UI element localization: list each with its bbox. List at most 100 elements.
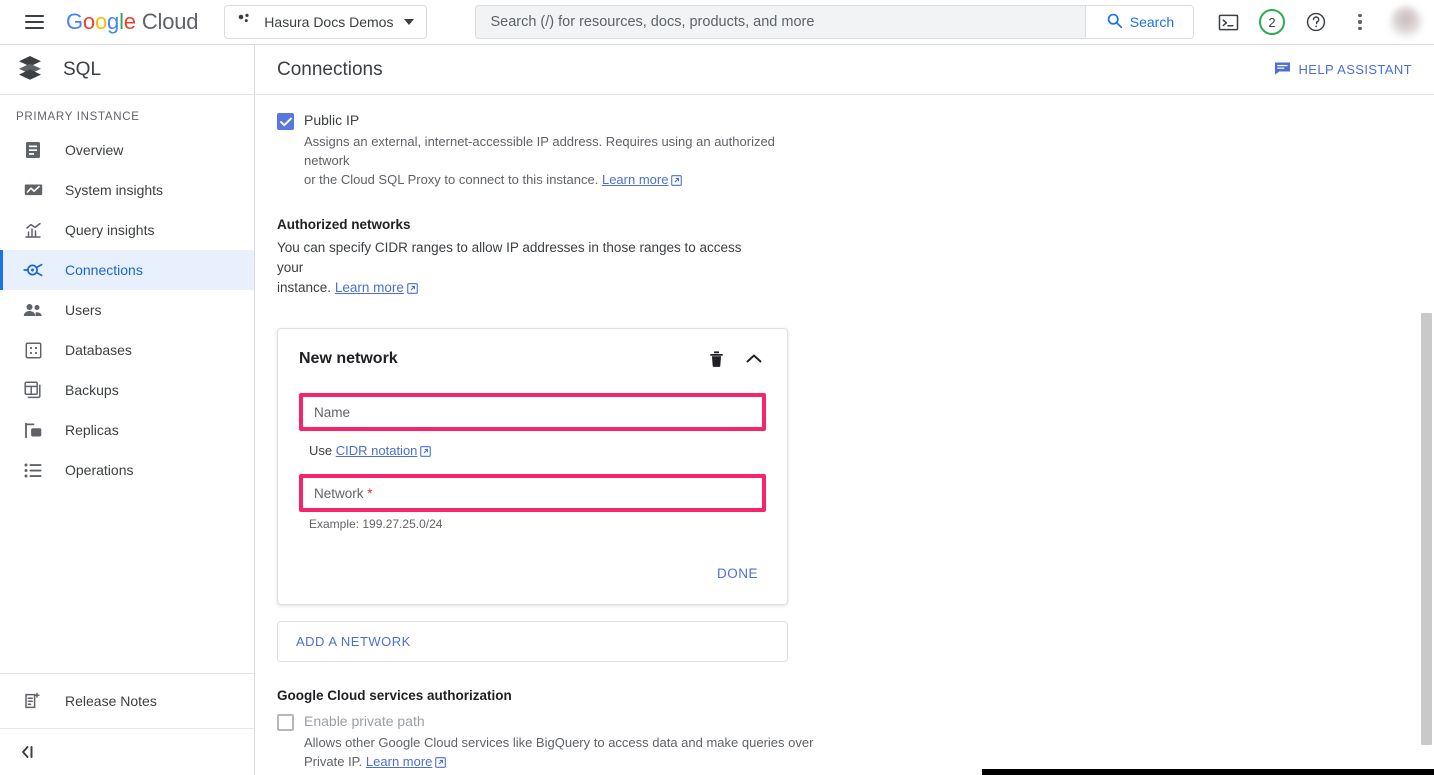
help-assistant-button[interactable]: HELP ASSISTANT — [1274, 61, 1413, 79]
network-name-field-highlight — [299, 393, 766, 431]
cloud-sql-icon — [17, 54, 43, 85]
backups-icon — [23, 380, 43, 400]
sidebar-item-label: Users — [65, 302, 102, 318]
external-link-icon — [435, 754, 447, 773]
sidebar-item-replicas[interactable]: Replicas — [0, 410, 254, 450]
global-search-bar[interactable]: Search — [475, 5, 1195, 39]
product-title: SQL — [63, 58, 102, 80]
query-insights-icon — [23, 220, 43, 240]
sidebar-item-operations[interactable]: Operations — [0, 450, 254, 490]
main-scrollbar[interactable] — [1419, 96, 1434, 775]
sidebar-item-databases[interactable]: Databases — [0, 330, 254, 370]
notification-badge: 2 — [1259, 9, 1285, 35]
content-header: Connections HELP ASSISTANT — [256, 45, 1434, 95]
collapse-panel-icon[interactable] — [0, 728, 254, 775]
logo-cloud-text: Cloud — [141, 9, 199, 34]
enable-private-path-description: Allows other Google Cloud services like … — [304, 733, 814, 773]
required-marker: * — [367, 485, 373, 501]
sidebar-product-header: SQL — [0, 45, 254, 95]
sidebar-item-label: Overview — [65, 142, 124, 158]
public-ip-label: Public IP — [304, 112, 360, 128]
search-button-label: Search — [1129, 14, 1175, 30]
sidebar-item-system-insights[interactable]: System insights — [0, 170, 254, 210]
project-picker[interactable]: Hasura Docs Demos — [224, 5, 428, 39]
sidebar-item-label: System insights — [65, 182, 164, 198]
sidebar-section-label: PRIMARY INSTANCE — [16, 111, 140, 123]
add-a-network-label: ADD A NETWORK — [296, 634, 411, 649]
kebab-menu-icon[interactable] — [1340, 2, 1380, 42]
cloud-shell-icon[interactable] — [1208, 2, 1248, 42]
user-avatar[interactable] — [1390, 6, 1422, 38]
chevron-down-icon — [404, 19, 415, 25]
public-ip-desc-line2: or the Cloud SQL Proxy to connect to thi… — [304, 172, 599, 187]
logo-letter-g2: g — [107, 9, 120, 34]
network-name-input[interactable] — [303, 397, 762, 427]
sidebar-footer: Release Notes — [0, 673, 254, 728]
page-title: Connections — [277, 58, 383, 80]
done-button[interactable]: DONE — [709, 561, 766, 586]
auth-net-desc-line2: instance. — [277, 280, 332, 295]
main-content: Public IP Assigns an external, internet-… — [256, 96, 1434, 775]
network-cidr-field-highlight[interactable]: Network * — [299, 474, 766, 512]
new-network-footer: DONE — [299, 531, 766, 604]
project-icon — [237, 12, 253, 33]
new-network-card-actions — [704, 347, 766, 371]
scrollbar-thumb[interactable] — [1421, 313, 1432, 745]
bottom-console-bar — [982, 769, 1434, 775]
sidebar-item-release-notes[interactable]: Release Notes — [0, 674, 254, 728]
private-path-learn-more-link[interactable]: Learn more — [366, 754, 432, 769]
topbar-actions: 2 — [1208, 2, 1434, 42]
enable-private-path-row: Enable private path — [277, 713, 1356, 731]
project-name: Hasura Docs Demos — [264, 14, 394, 30]
logo-letter-e: e — [123, 9, 136, 34]
external-link-icon — [407, 280, 418, 300]
sidebar-item-label: Connections — [65, 262, 143, 278]
connections-icon — [23, 260, 43, 280]
enable-private-path-label: Enable private path — [304, 713, 425, 729]
release-notes-icon — [23, 691, 43, 711]
sidebar-item-label: Databases — [65, 342, 132, 358]
add-a-network-button[interactable]: ADD A NETWORK — [277, 621, 788, 662]
network-field-label: Network — [314, 485, 364, 501]
public-ip-checkbox[interactable] — [277, 113, 294, 130]
new-network-card: New network Name Use CIDR notation Netwo… — [277, 328, 788, 605]
cidr-notation-hint: Use CIDR notation — [309, 443, 766, 460]
chevron-up-icon[interactable] — [742, 347, 766, 371]
network-example-text: Example: 199.27.25.0/24 — [309, 517, 443, 531]
overview-icon — [23, 140, 43, 160]
sidebar-item-label: Release Notes — [65, 693, 157, 709]
public-ip-description: Assigns an external, internet-accessible… — [304, 132, 814, 191]
replicas-icon — [23, 420, 43, 440]
chat-assistant-icon — [1274, 61, 1291, 79]
logo-letter-o1: o — [82, 9, 95, 34]
sidebar-item-overview[interactable]: Overview — [0, 130, 254, 170]
sidebar-item-query-insights[interactable]: Query insights — [0, 210, 254, 250]
public-ip-row: Public IP — [277, 112, 1356, 130]
sidebar-item-connections[interactable]: Connections — [0, 250, 254, 290]
new-network-card-header: New network — [299, 347, 766, 371]
hamburger-menu-icon[interactable] — [10, 0, 58, 45]
enable-private-path-checkbox[interactable] — [277, 714, 294, 731]
system-insights-icon — [23, 180, 43, 200]
sidebar-item-users[interactable]: Users — [0, 290, 254, 330]
top-navigation-bar: Google Cloud Hasura Docs Demos Search (/… — [0, 0, 1434, 45]
sidebar-item-label: Operations — [65, 462, 134, 478]
notifications-button[interactable]: 2 — [1252, 2, 1292, 42]
sidebar-item-label: Backups — [65, 382, 119, 398]
cidr-notation-link[interactable]: CIDR notation — [336, 443, 418, 458]
help-circle-icon[interactable] — [1296, 2, 1336, 42]
logo-letter-g1: G — [66, 9, 83, 34]
public-ip-desc-line1: Assigns an external, internet-accessible… — [304, 134, 775, 168]
search-button[interactable]: Search — [1085, 6, 1194, 38]
sidebar-item-label: Replicas — [65, 422, 119, 438]
search-input[interactable] — [476, 6, 1086, 38]
sidebar-item-backups[interactable]: Backups — [0, 370, 254, 410]
authorized-networks-learn-more-link[interactable]: Learn more — [335, 280, 404, 295]
public-ip-learn-more-link[interactable]: Learn more — [602, 172, 668, 187]
new-network-title: New network — [299, 350, 398, 367]
network-cidr-input-label: Network * — [303, 486, 384, 501]
google-cloud-logo[interactable]: Google Cloud — [66, 9, 198, 35]
trash-icon[interactable] — [704, 347, 728, 371]
users-icon — [23, 300, 43, 320]
notification-count: 2 — [1268, 14, 1276, 30]
